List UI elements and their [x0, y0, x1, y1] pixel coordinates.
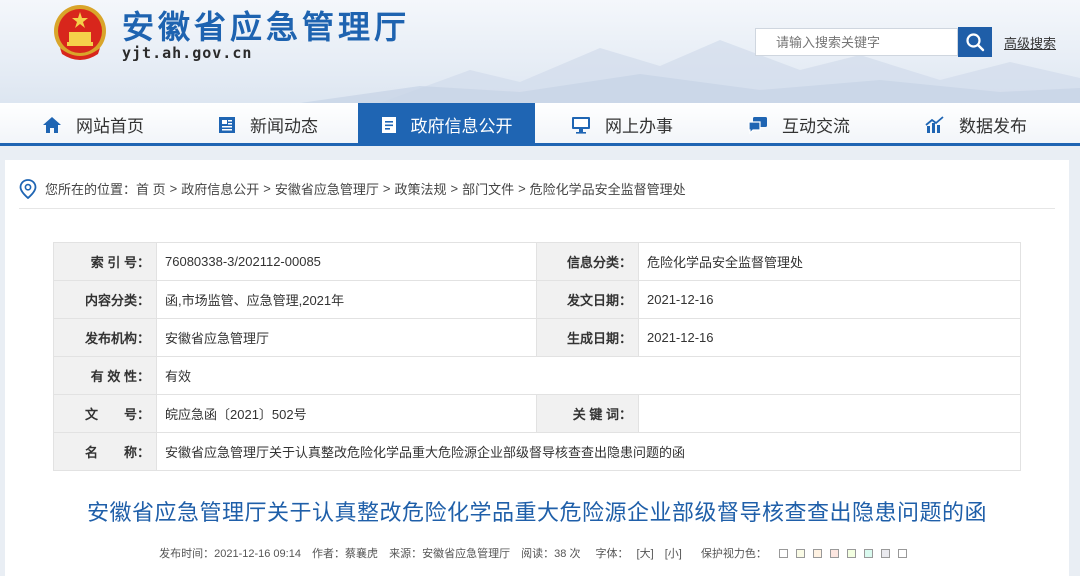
- category-value: 危险化学品安全监督管理处: [638, 242, 1021, 281]
- breadcrumb-item-gov-info[interactable]: 政府信息公开: [181, 179, 259, 198]
- nav-item-label: 数据发布: [959, 117, 1027, 136]
- eye-color-swatch[interactable]: [829, 549, 839, 558]
- breadcrumb-separator: >: [169, 181, 178, 196]
- nav-item-label: 网上办事: [605, 117, 673, 136]
- breadcrumb-item-home[interactable]: 首 页: [136, 179, 166, 198]
- eye-protection-control: 保护视力色：: [697, 548, 915, 560]
- table-row: 名 称： 安徽省应急管理厅关于认真整改危险化学品重大危险源企业部级督导核查查出隐…: [53, 432, 1021, 471]
- search-button[interactable]: [958, 27, 992, 57]
- index-label: 索 引 号：: [53, 242, 157, 281]
- validity-value: 有效: [156, 356, 1021, 395]
- nav-item-label: 新闻动态: [250, 117, 318, 136]
- issue-date-value: 2021-12-16: [638, 280, 1021, 319]
- table-row: 索 引 号： 76080338-3/202112-00085 信息分类： 危险化…: [53, 242, 1021, 281]
- nav-item-label: 互动交流: [782, 117, 850, 136]
- chart-icon: [925, 115, 945, 134]
- font-size-label: 字体：: [595, 548, 629, 560]
- home-icon: [42, 116, 62, 134]
- main-content: 您所在的位置： 首 页 > 政府信息公开 > 安徽省应急管理厅 > 政策法规 >…: [5, 160, 1069, 576]
- site-header: 安徽省应急管理厅 yjt.ah.gov.cn 高级搜索: [0, 0, 1080, 103]
- nav-item-label: 网站首页: [76, 117, 144, 136]
- read-count: 阅读：38 次: [521, 548, 581, 560]
- national-emblem-icon: [54, 5, 106, 60]
- source: 来源：安徽省应急管理厅: [389, 548, 511, 560]
- publisher-label: 发布机构：: [53, 318, 157, 357]
- monitor-icon: [571, 116, 591, 134]
- eye-protection-label: 保护视力色：: [700, 548, 767, 560]
- publisher-value: 安徽省应急管理厅: [156, 318, 537, 357]
- eye-color-swatch[interactable]: [880, 549, 890, 558]
- generation-date-label: 生成日期：: [536, 318, 639, 357]
- eye-color-swatch[interactable]: [812, 549, 822, 558]
- content-category-label: 内容分类：: [53, 280, 157, 319]
- breadcrumb-item-current[interactable]: 危险化学品安全监督管理处: [530, 179, 686, 198]
- eye-color-swatch[interactable]: [778, 549, 788, 558]
- location-pin-icon: [19, 178, 37, 199]
- breadcrumb-separator: >: [450, 181, 459, 196]
- site-domain: yjt.ah.gov.cn: [122, 44, 253, 62]
- table-row: 内容分类： 函,市场监管、应急管理,2021年 发文日期： 2021-12-16: [53, 280, 1021, 319]
- breadcrumb-item-policy[interactable]: 政策法规: [394, 179, 446, 198]
- publish-time: 发布时间：2021-12-16 09:14: [159, 548, 301, 560]
- table-row: 文 号： 皖应急函〔2021〕502号 关 键 词：: [53, 394, 1021, 433]
- breadcrumb-separator: >: [382, 181, 391, 196]
- font-small-button[interactable]: [小]: [665, 548, 682, 560]
- advanced-search-link[interactable]: 高级搜索: [1004, 33, 1056, 52]
- doc-name-value: 安徽省应急管理厅关于认真整改危险化学品重大危险源企业部级督导核查查出隐患问题的函: [156, 432, 1021, 471]
- table-row: 发布机构： 安徽省应急管理厅 生成日期： 2021-12-16: [53, 318, 1021, 357]
- document-meta-table: 索 引 号： 76080338-3/202112-00085 信息分类： 危险化…: [53, 242, 1021, 471]
- breadcrumb: 您所在的位置： 首 页 > 政府信息公开 > 安徽省应急管理厅 > 政策法规 >…: [19, 169, 1055, 209]
- search-icon: [966, 33, 985, 52]
- keywords-value: [638, 394, 1021, 433]
- document-icon: [381, 116, 397, 134]
- document-info-bar: 发布时间：2021-12-16 09:14 作者：蔡襄虎 来源：安徽省应急管理厅…: [5, 545, 1069, 561]
- font-large-button[interactable]: [大]: [637, 548, 654, 560]
- nav-item-data-release[interactable]: 数据发布: [925, 103, 1055, 146]
- breadcrumb-prefix: 您所在的位置：: [45, 182, 137, 197]
- eye-color-swatch[interactable]: [846, 549, 856, 558]
- nav-item-news[interactable]: 新闻动态: [218, 103, 348, 146]
- eye-color-swatch[interactable]: [795, 549, 805, 558]
- doc-name-label: 名 称：: [53, 432, 157, 471]
- nav-item-online-service[interactable]: 网上办事: [571, 103, 701, 146]
- eye-color-swatch[interactable]: [897, 549, 907, 558]
- main-nav: 网站首页 新闻动态 政府信息公开 网上办事 互动交流 数据发布: [0, 103, 1080, 146]
- font-size-control: 字体： [大] [小]: [592, 548, 686, 560]
- breadcrumb-item-department[interactable]: 安徽省应急管理厅: [275, 179, 379, 198]
- doc-number-label: 文 号：: [53, 394, 157, 433]
- breadcrumb-item-dept-docs[interactable]: 部门文件: [462, 179, 514, 198]
- breadcrumb-separator: >: [518, 181, 526, 196]
- search-input[interactable]: [755, 28, 958, 56]
- breadcrumb-separator: >: [263, 181, 271, 196]
- news-icon: [218, 116, 236, 134]
- top-links[interactable]: [930, 0, 942, 9]
- category-label: 信息分类：: [536, 242, 639, 281]
- eye-color-swatches: [775, 548, 911, 560]
- eye-color-swatch[interactable]: [863, 549, 873, 558]
- doc-number-value: 皖应急函〔2021〕502号: [156, 394, 537, 433]
- index-value: 76080338-3/202112-00085: [156, 242, 537, 281]
- nav-item-interaction[interactable]: 互动交流: [748, 103, 878, 146]
- chat-icon: [748, 116, 768, 134]
- author: 作者：蔡襄虎: [312, 548, 379, 560]
- table-row: 有 效 性： 有效: [53, 356, 1021, 395]
- document-title: 安徽省应急管理厅关于认真整改危险化学品重大危险源企业部级督导核查查出隐患问题的函: [86, 500, 987, 525]
- generation-date-value: 2021-12-16: [638, 318, 1021, 357]
- nav-item-label: 政府信息公开: [410, 117, 513, 136]
- issue-date-label: 发文日期：: [536, 280, 639, 319]
- nav-item-home[interactable]: 网站首页: [42, 103, 172, 146]
- nav-item-gov-info[interactable]: 政府信息公开: [358, 103, 535, 146]
- site-title: 安徽省应急管理厅: [122, 8, 411, 46]
- keywords-label: 关 键 词：: [536, 394, 639, 433]
- content-category-value: 函,市场监管、应急管理,2021年: [156, 280, 537, 319]
- validity-label: 有 效 性：: [53, 356, 157, 395]
